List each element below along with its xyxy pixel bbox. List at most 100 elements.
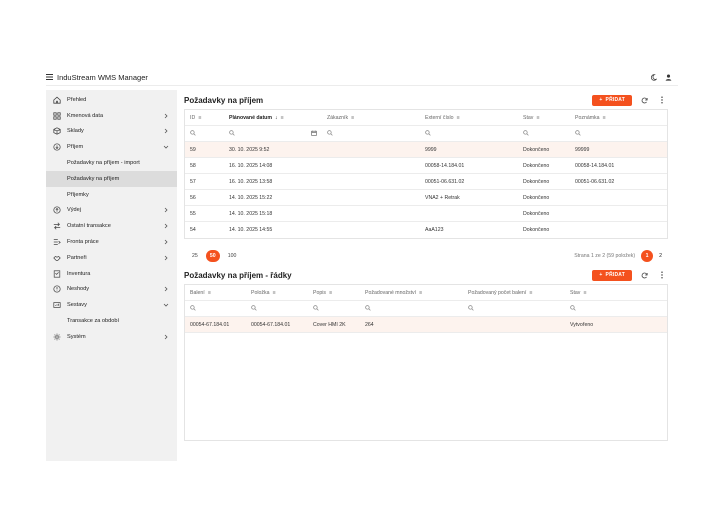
requests-title: Požadavky na příjem bbox=[184, 95, 264, 105]
sidebar-item-neshody[interactable]: Neshody bbox=[46, 282, 177, 298]
search-icon bbox=[190, 304, 196, 313]
sidebar-item-ostatni-transakce[interactable]: Ostatní transakce bbox=[46, 218, 177, 234]
filter-cell[interactable] bbox=[420, 129, 518, 138]
filter-icon[interactable]: ≡ bbox=[603, 115, 606, 121]
sidebar-item-kmenova-data[interactable]: Kmenová data bbox=[46, 108, 177, 124]
sidebar-item-prijem[interactable]: Příjem bbox=[46, 139, 177, 155]
column-header-id[interactable]: ID ≡ bbox=[185, 115, 224, 121]
grid-filter-row bbox=[185, 301, 667, 317]
pager: 25 50 100 Strana 1 ze 2 (59 položek) 1 2 bbox=[184, 249, 668, 263]
column-header-status[interactable]: Stav ≡ bbox=[565, 290, 667, 296]
sidebar-item-system[interactable]: Systém bbox=[46, 329, 177, 345]
table-row[interactable]: 59 30. 10. 2025 9:52 9999 Dokončeno 9999… bbox=[185, 142, 667, 158]
filter-cell[interactable] bbox=[570, 129, 667, 138]
sidebar-item-prijemky[interactable]: Příjemky bbox=[46, 187, 177, 203]
sidebar-item-sestavy[interactable]: Sestavy bbox=[46, 297, 177, 313]
filter-icon[interactable]: ≡ bbox=[529, 290, 532, 296]
column-header-description[interactable]: Popis ≡ bbox=[308, 290, 360, 296]
calendar-icon[interactable] bbox=[311, 130, 317, 138]
grid-filter-row bbox=[185, 126, 667, 142]
table-row[interactable]: 58 16. 10. 2025 14:08 00058-14.184.01 Do… bbox=[185, 158, 667, 174]
chevron-right-icon bbox=[164, 208, 168, 213]
filter-cell[interactable] bbox=[565, 304, 667, 313]
filter-cell[interactable] bbox=[463, 304, 565, 313]
filter-icon[interactable]: ≡ bbox=[281, 115, 284, 121]
column-header-requested-qty[interactable]: Požadované množství ≡ bbox=[360, 290, 463, 296]
sidebar-item-fronta-prace[interactable]: Fronta práce bbox=[46, 234, 177, 250]
filter-cell[interactable] bbox=[246, 304, 308, 313]
sidebar-item-transakce-za-obdobi[interactable]: Transakce za období bbox=[46, 313, 177, 329]
refresh-icon[interactable] bbox=[638, 94, 650, 106]
filter-cell[interactable] bbox=[322, 129, 420, 138]
filter-icon[interactable]: ≡ bbox=[198, 115, 201, 121]
table-row[interactable]: 54 14. 10. 2025 14:55 AaA123 Dokončeno bbox=[185, 222, 667, 238]
lines-grid: Balení ≡ Položka ≡ Popis ≡ Požadované množs… bbox=[184, 284, 668, 441]
refresh-icon[interactable] bbox=[638, 269, 650, 281]
sidebar-item-vydej[interactable]: Výdej bbox=[46, 203, 177, 219]
chevron-down-icon bbox=[163, 145, 169, 149]
lines-header: Požadavky na příjem - řádky + PŘIDAT bbox=[184, 267, 668, 283]
column-header-item[interactable]: Položka ≡ bbox=[246, 290, 308, 296]
chevron-right-icon bbox=[164, 334, 168, 340]
page-info: Strana 1 ze 2 (59 položek) bbox=[574, 253, 636, 259]
search-icon bbox=[251, 304, 257, 313]
inventory-icon bbox=[52, 269, 62, 279]
add-line-button[interactable]: + PŘIDAT bbox=[592, 269, 632, 281]
sidebar-item-prijem-import[interactable]: Požadavky na příjem - import bbox=[46, 155, 177, 171]
queue-icon bbox=[52, 237, 62, 247]
column-header-status[interactable]: Stav ≡ bbox=[518, 115, 570, 121]
sidebar-item-pozadavky-na-prijem[interactable]: Požadavky na příjem bbox=[46, 170, 177, 187]
dashboard-icon bbox=[52, 95, 62, 105]
warehouse-icon bbox=[52, 126, 62, 136]
sidebar-item-inventura[interactable]: Inventura bbox=[46, 266, 177, 282]
sort-desc-icon: ↓ bbox=[274, 114, 278, 121]
page-size-25[interactable]: 25 bbox=[192, 253, 198, 259]
page-size-100[interactable]: 100 bbox=[228, 253, 237, 259]
handshake-icon bbox=[52, 253, 62, 263]
filter-icon[interactable]: ≡ bbox=[583, 290, 586, 296]
filter-icon[interactable]: ≡ bbox=[536, 115, 539, 121]
sidebar-item-sklady[interactable]: Sklady bbox=[46, 124, 177, 140]
filter-icon[interactable]: ≡ bbox=[457, 115, 460, 121]
user-icon[interactable] bbox=[665, 74, 672, 81]
table-row[interactable]: 57 16. 10. 2025 13:58 00051-06.631.02 Do… bbox=[185, 174, 667, 190]
plus-icon: + bbox=[599, 97, 603, 103]
page-size-50-selected[interactable]: 50 bbox=[205, 250, 220, 262]
filter-icon[interactable]: ≡ bbox=[351, 115, 354, 121]
filter-icon[interactable]: ≡ bbox=[208, 290, 211, 296]
sidebar-item-partneri[interactable]: Partneři bbox=[46, 250, 177, 266]
filter-cell-date[interactable] bbox=[224, 129, 322, 138]
filter-cell[interactable] bbox=[518, 129, 570, 138]
filter-icon[interactable]: ≡ bbox=[272, 290, 275, 296]
filter-cell[interactable] bbox=[185, 129, 224, 138]
table-row[interactable]: 55 14. 10. 2025 15:18 Dokončeno bbox=[185, 206, 667, 222]
column-header-note[interactable]: Poznámka ≡ bbox=[570, 115, 667, 121]
menu-icon[interactable] bbox=[46, 74, 53, 80]
column-header-requested-packages[interactable]: Požadovaný počet balení ≡ bbox=[463, 290, 565, 296]
sidebar-item-prehled[interactable]: Přehled bbox=[46, 92, 177, 108]
main-content: Požadavky na příjem + PŘIDAT ID ≡ Plánova… bbox=[184, 90, 674, 450]
theme-toggle-icon[interactable] bbox=[650, 73, 657, 81]
page-1-button[interactable]: 1 bbox=[641, 250, 654, 262]
chevron-down-icon bbox=[163, 303, 169, 307]
chevron-right-icon bbox=[164, 287, 168, 292]
outbound-icon bbox=[52, 205, 62, 215]
filter-icon[interactable]: ≡ bbox=[329, 290, 332, 296]
filter-cell[interactable] bbox=[360, 304, 463, 313]
table-row[interactable]: 00054-67.184.01 00054-67.184.01 Cover HM… bbox=[185, 317, 667, 333]
transfer-icon bbox=[52, 221, 62, 231]
page-2-button[interactable]: 2 bbox=[659, 253, 662, 259]
column-header-packaging[interactable]: Balení ≡ bbox=[185, 290, 246, 296]
filter-icon[interactable]: ≡ bbox=[419, 290, 422, 296]
search-icon bbox=[425, 129, 431, 138]
more-vert-icon[interactable] bbox=[656, 269, 668, 281]
column-header-planned-date[interactable]: Plánované datum ↓ ≡ bbox=[224, 115, 322, 121]
filter-cell[interactable] bbox=[185, 304, 246, 313]
table-row[interactable]: 56 14. 10. 2025 15:22 VNA2 + Retrak Doko… bbox=[185, 190, 667, 206]
filter-cell[interactable] bbox=[308, 304, 360, 313]
search-icon bbox=[327, 129, 333, 138]
more-vert-icon[interactable] bbox=[656, 94, 668, 106]
add-request-button[interactable]: + PŘIDAT bbox=[592, 94, 632, 106]
column-header-external-number[interactable]: Externí číslo ≡ bbox=[420, 115, 518, 121]
column-header-customer[interactable]: Zákazník ≡ bbox=[322, 115, 420, 121]
